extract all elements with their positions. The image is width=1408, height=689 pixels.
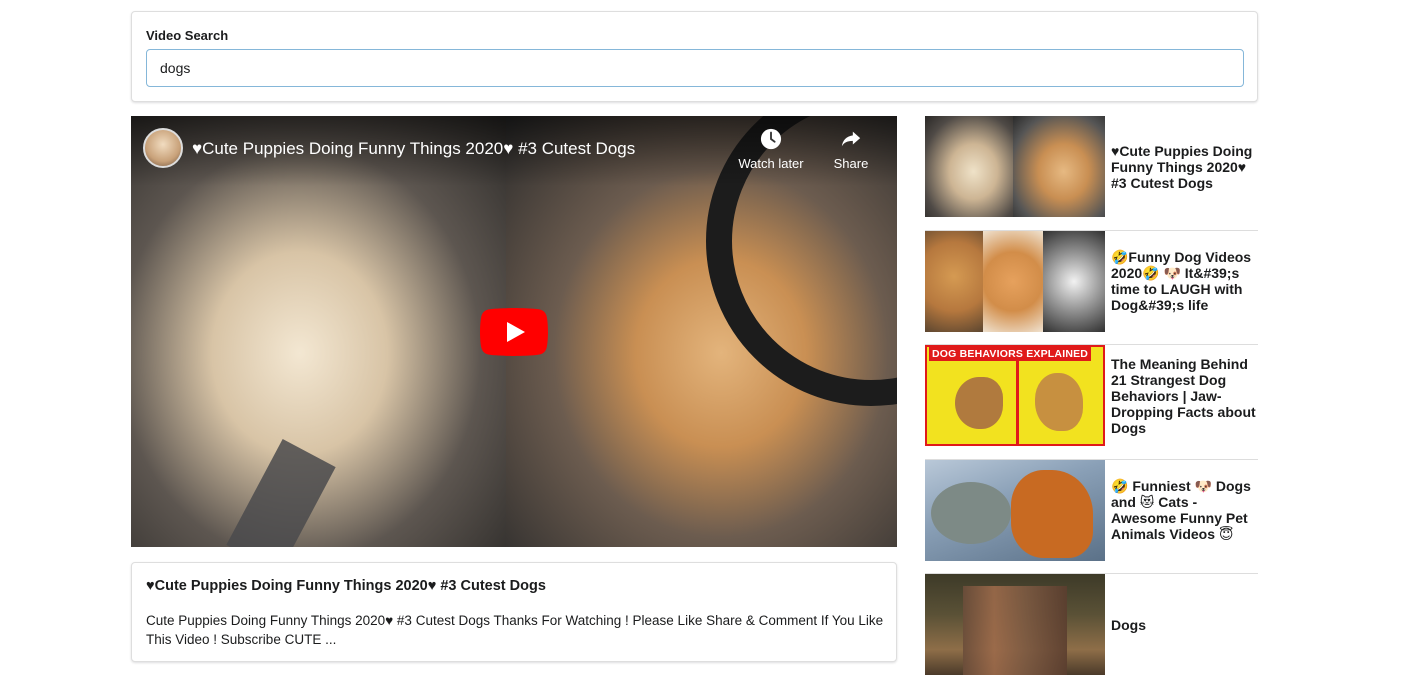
video-list-item[interactable]: 🤣 Funniest 🐶 Dogs and 😻 Cats - Awesome F…: [925, 459, 1258, 574]
video-player[interactable]: ♥Cute Puppies Doing Funny Things 2020♥ #…: [131, 116, 897, 547]
search-label: Video Search: [146, 28, 229, 43]
video-list-item[interactable]: 🤣Funny Dog Videos 2020🤣 🐶 It&#39;s time …: [925, 230, 1258, 345]
video-thumbnail[interactable]: [925, 230, 1105, 332]
search-form: Video Search: [131, 11, 1258, 102]
share-button[interactable]: Share: [829, 128, 873, 171]
search-input[interactable]: [146, 49, 1244, 87]
video-list-item-title[interactable]: 🤣 Funniest 🐶 Dogs and 😻 Cats - Awesome F…: [1111, 460, 1258, 561]
watch-later-label: Watch later: [738, 156, 804, 171]
video-detail-card: ♥Cute Puppies Doing Funny Things 2020♥ #…: [131, 562, 897, 662]
play-icon[interactable]: [480, 308, 548, 356]
video-list-item-title[interactable]: The Meaning Behind 21 Strangest Dog Beha…: [1111, 345, 1258, 446]
video-thumbnail[interactable]: [925, 574, 1105, 675]
video-list: ♥Cute Puppies Doing Funny Things 2020♥ #…: [925, 116, 1258, 689]
share-icon: [841, 131, 861, 147]
video-thumbnail[interactable]: DOG BEHAVIORS EXPLAINED: [925, 345, 1105, 446]
video-detail-description: Cute Puppies Doing Funny Things 2020♥ #3…: [146, 613, 884, 647]
channel-avatar[interactable]: [143, 128, 183, 168]
video-list-item-title[interactable]: 🤣Funny Dog Videos 2020🤣 🐶 It&#39;s time …: [1111, 231, 1258, 332]
video-list-item[interactable]: Dogs: [925, 574, 1258, 689]
share-label: Share: [833, 156, 869, 171]
video-detail-title: ♥Cute Puppies Doing Funny Things 2020♥ #…: [146, 578, 546, 594]
video-thumbnail[interactable]: [925, 459, 1105, 561]
seatbelt-shape: [226, 438, 336, 547]
video-list-item-title[interactable]: Dogs: [1111, 574, 1258, 675]
watch-later-button[interactable]: Watch later: [735, 128, 807, 171]
video-list-item-title[interactable]: ♥Cute Puppies Doing Funny Things 2020♥ #…: [1111, 116, 1258, 217]
video-list-item[interactable]: ♥Cute Puppies Doing Funny Things 2020♥ #…: [925, 116, 1258, 231]
player-title[interactable]: ♥Cute Puppies Doing Funny Things 2020♥ #…: [192, 139, 635, 159]
thumbnail-banner-text: DOG BEHAVIORS EXPLAINED: [929, 347, 1092, 361]
clock-icon: [760, 128, 782, 150]
video-thumbnail[interactable]: [925, 116, 1105, 217]
video-list-item[interactable]: DOG BEHAVIORS EXPLAINED The Meaning Behi…: [925, 345, 1258, 460]
